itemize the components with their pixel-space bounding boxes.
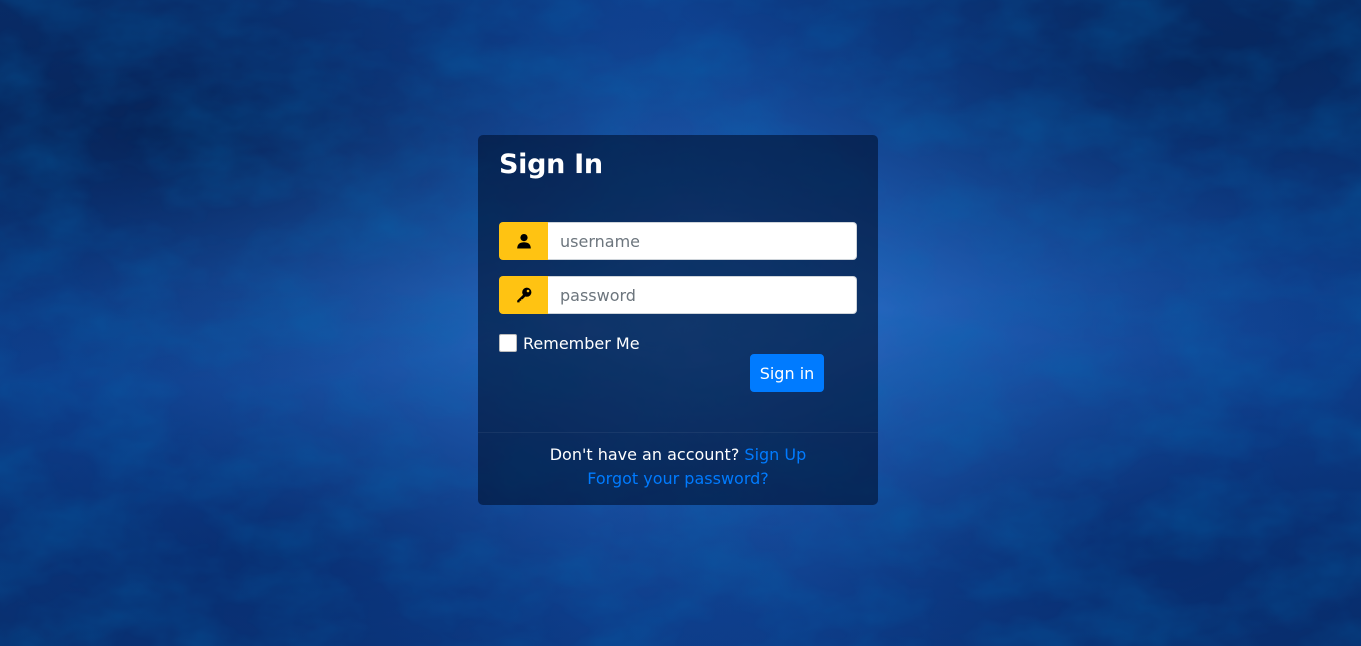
card-footer: Don't have an account? Sign Up Forgot yo… (478, 432, 878, 505)
sign-in-button[interactable]: Sign in (750, 354, 824, 392)
password-input[interactable] (548, 276, 857, 314)
username-input[interactable] (548, 222, 857, 260)
remember-me-label: Remember Me (523, 333, 640, 353)
user-icon (499, 222, 548, 260)
login-card: Sign In Remember Me Sign in Don't have a… (478, 135, 878, 505)
forgot-password-line: Forgot your password? (478, 469, 878, 488)
signup-prompt-line: Don't have an account? Sign Up (478, 445, 878, 464)
card-header: Sign In (478, 135, 878, 199)
sign-up-link[interactable]: Sign Up (744, 445, 806, 464)
remember-me: Remember Me (499, 332, 640, 354)
forgot-password-link[interactable]: Forgot your password? (587, 469, 769, 488)
signup-prompt-text: Don't have an account? (549, 445, 740, 464)
username-group (499, 222, 857, 260)
page-title: Sign In (499, 149, 603, 180)
remember-me-checkbox[interactable] (499, 334, 517, 352)
password-group (499, 276, 857, 314)
key-icon (499, 276, 548, 314)
